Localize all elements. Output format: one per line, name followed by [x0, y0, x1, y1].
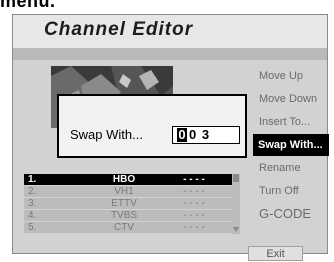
page-text-fragment: menu. [0, 0, 56, 11]
list-item[interactable]: 1. HBO - - - - [24, 174, 232, 186]
menu-item-g-code[interactable]: G-CODE [259, 206, 311, 221]
input-cursor-digit: 0 [177, 127, 187, 142]
menu-item-insert-to[interactable]: Insert To... [259, 116, 310, 128]
scrollbar-thumb[interactable] [233, 174, 239, 182]
list-scrollbar[interactable] [232, 174, 240, 234]
scroll-down-arrow-icon[interactable] [233, 227, 239, 232]
list-item[interactable]: 5. CTV - - - - [24, 222, 232, 234]
channel-name: HBO [112, 174, 136, 185]
menu-item-rename[interactable]: Rename [259, 162, 301, 174]
header-stripe [13, 48, 327, 60]
title-bar: Channel Editor [13, 15, 327, 48]
swap-with-dialog: Swap With... 0 0 3 [57, 94, 247, 158]
page-title: Channel Editor [44, 19, 194, 40]
channel-status: - - - - [183, 210, 205, 221]
channel-name: VH1 [114, 186, 134, 197]
channel-name: ETTV [111, 198, 137, 209]
exit-button[interactable]: Exit [248, 246, 303, 261]
menu-item-move-down[interactable]: Move Down [259, 93, 317, 105]
channel-status: - - - - [183, 222, 205, 233]
list-item[interactable]: 2. VH1 - - - - [24, 186, 232, 198]
channel-number: 5. [28, 222, 37, 233]
channel-status: - - - - [183, 198, 205, 209]
channel-status: - - - - [183, 186, 205, 197]
channel-name: CTV [114, 222, 134, 233]
dialog-label: Swap With... [70, 127, 143, 142]
channel-number: 2. [28, 186, 37, 197]
channel-status: - - - - [183, 174, 205, 185]
channel-number: 4. [28, 210, 37, 221]
channel-number-input[interactable]: 0 0 3 [172, 126, 240, 144]
input-remaining-digits: 0 3 [189, 127, 211, 142]
menu-item-swap-with[interactable]: Swap With... [253, 134, 329, 156]
channel-name: TVBS [110, 210, 138, 221]
menu-item-turn-off[interactable]: Turn Off [259, 185, 299, 197]
channel-list: 1. HBO - - - - 2. VH1 - - - - 3. ETTV - … [24, 174, 232, 234]
list-item[interactable]: 3. ETTV - - - - [24, 198, 232, 210]
channel-number: 3. [28, 198, 37, 209]
list-item[interactable]: 4. TVBS - - - - [24, 210, 232, 222]
menu-item-move-up[interactable]: Move Up [259, 70, 303, 82]
channel-number: 1. [28, 174, 37, 185]
